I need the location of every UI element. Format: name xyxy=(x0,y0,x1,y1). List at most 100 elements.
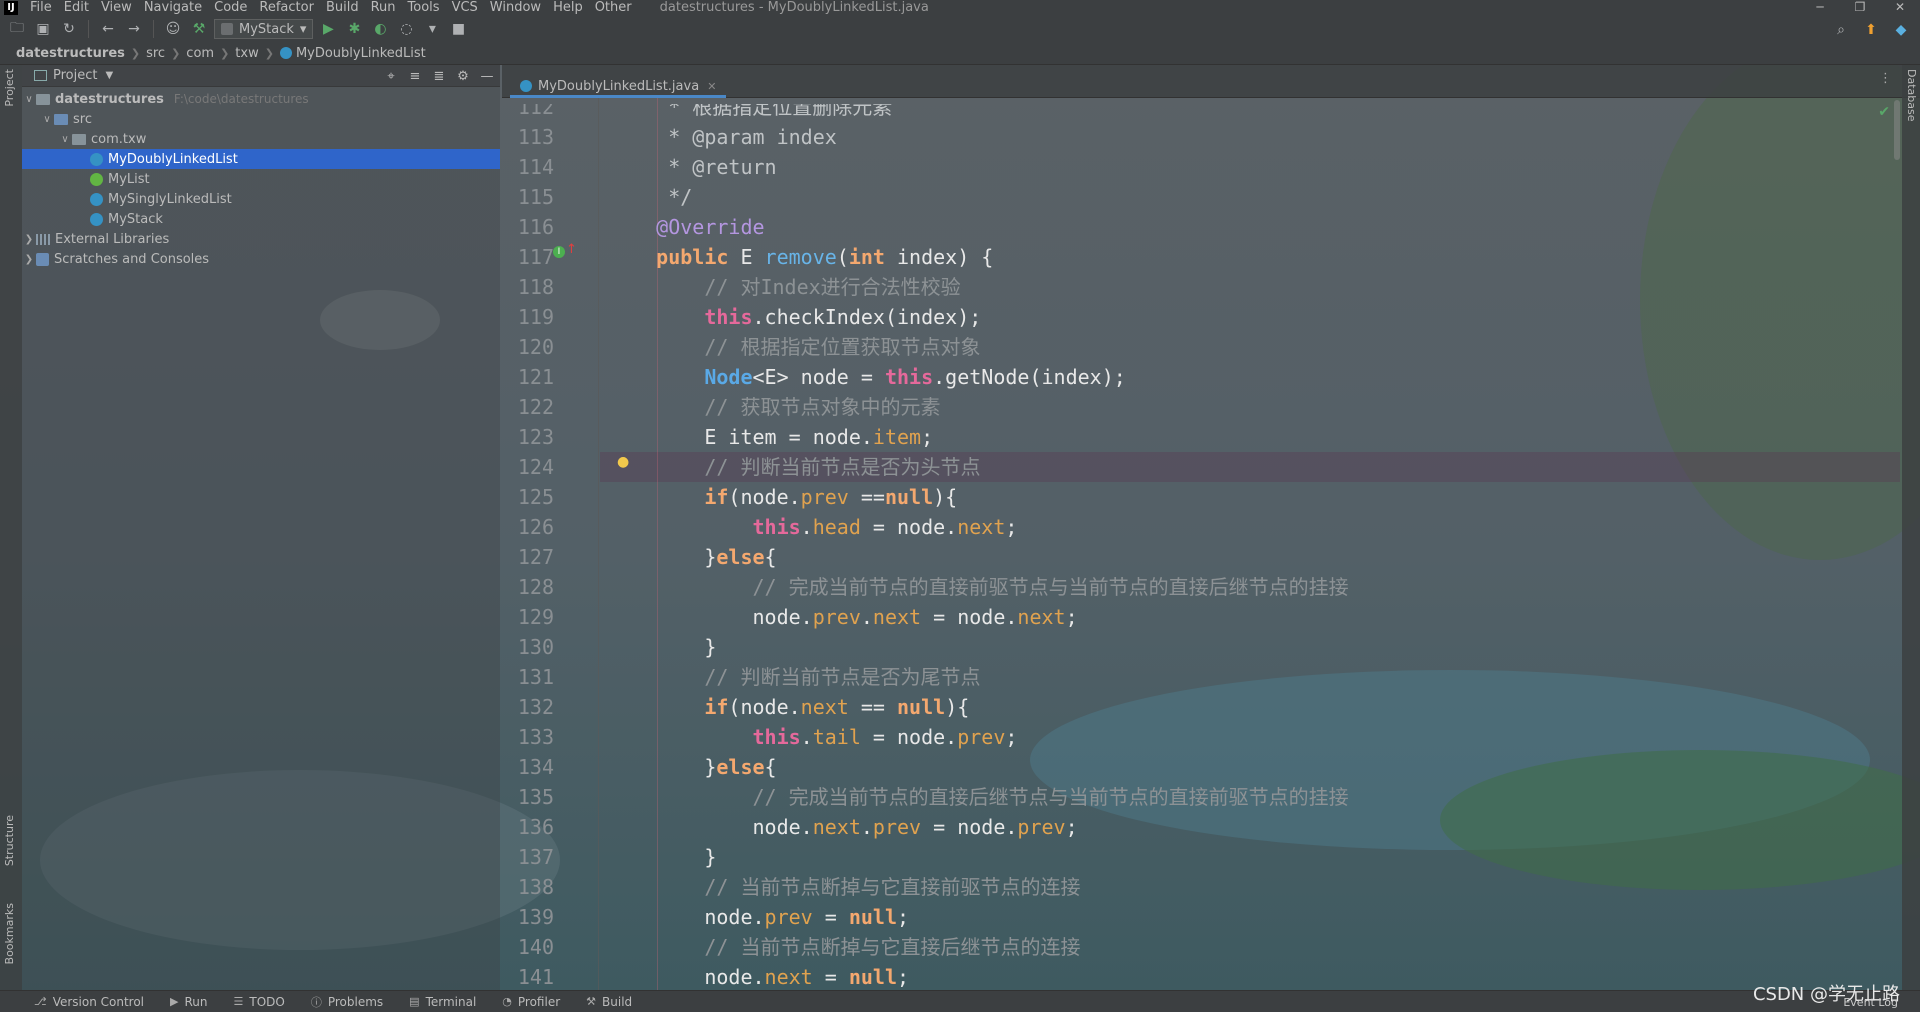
profiler-tool[interactable]: ◔ Profiler xyxy=(502,995,560,1009)
close-button[interactable]: ✕ xyxy=(1880,0,1920,14)
chevron-right-icon[interactable]: ❯ xyxy=(22,234,36,245)
chevron-right-icon[interactable]: ❯ xyxy=(22,254,36,265)
arrow-up-icon[interactable]: ↑ xyxy=(566,243,578,256)
breadcrumb-class[interactable]: MyDoublyLinkedList xyxy=(276,46,430,61)
hide-panel-icon[interactable]: — xyxy=(478,67,496,85)
forward-icon[interactable]: → xyxy=(123,18,145,40)
menu-navigate[interactable]: Navigate xyxy=(138,0,208,15)
version-control-tool[interactable]: ⎇ Version Control xyxy=(34,995,144,1009)
tree-item-mydoublylinkedlist[interactable]: MyDoublyLinkedList xyxy=(22,149,500,169)
terminal-tool[interactable]: ▤ Terminal xyxy=(409,995,476,1009)
problems-tool[interactable]: ⓘ Problems xyxy=(311,994,383,1010)
code-line[interactable]: // 对Index进行合法性校验 xyxy=(608,272,960,302)
event-log-button[interactable]: Event Log xyxy=(1843,996,1898,1009)
code-line[interactable]: // 获取节点对象中的元素 xyxy=(608,392,940,422)
sync-icon[interactable]: ↻ xyxy=(58,18,80,40)
code-line[interactable]: Node<E> node = this.getNode(index); xyxy=(608,362,1125,392)
code-line[interactable]: node.prev.next = node.next; xyxy=(608,602,1077,632)
breadcrumb-txw[interactable]: txw xyxy=(231,46,262,61)
code-line[interactable]: // 完成当前节点的直接前驱节点与当前节点的直接后继节点的挂接 xyxy=(608,572,1348,602)
build-tool[interactable]: ⚒ Build xyxy=(586,995,632,1009)
more-run-options-icon[interactable]: ▾ xyxy=(421,18,443,40)
search-icon[interactable]: ⌕ xyxy=(1830,19,1852,41)
code-line[interactable]: // 完成当前节点的直接后继节点与当前节点的直接前驱节点的挂接 xyxy=(608,782,1348,812)
chevron-down-icon[interactable]: ∨ xyxy=(40,114,54,125)
code-line[interactable]: */ xyxy=(608,182,692,212)
code-line[interactable]: @Override xyxy=(608,212,764,242)
run-icon[interactable]: ▶ xyxy=(317,18,339,40)
menu-tools[interactable]: Tools xyxy=(402,0,446,15)
code-line[interactable]: node.next.prev = node.prev; xyxy=(608,812,1077,842)
expand-all-icon[interactable]: ≡ xyxy=(406,67,424,85)
chevron-down-icon[interactable]: ▼ xyxy=(105,70,113,81)
save-all-icon[interactable]: ▣ xyxy=(32,18,54,40)
menu-code[interactable]: Code xyxy=(208,0,253,15)
tree-item-mystack[interactable]: MyStack xyxy=(22,209,500,229)
breadcrumb-project[interactable]: datestructures xyxy=(12,46,129,61)
coverage-icon[interactable]: ◐ xyxy=(369,18,391,40)
update-icon[interactable]: ⬆ xyxy=(1860,19,1882,41)
run-configuration-select[interactable]: MyStack ▾ xyxy=(214,19,314,39)
code-line[interactable]: // 根据指定位置获取节点对象 xyxy=(608,332,980,362)
code-line[interactable]: if(node.prev ==null){ xyxy=(608,482,957,512)
bookmarks-tool-tab[interactable]: Bookmarks xyxy=(3,903,16,964)
menu-help[interactable]: Help xyxy=(547,0,589,15)
user-icon[interactable]: ☺ xyxy=(162,18,184,40)
code-line[interactable]: node.prev = null; xyxy=(608,902,909,932)
code-line[interactable]: }else{ xyxy=(608,752,776,782)
menu-view[interactable]: View xyxy=(95,0,138,15)
menu-run[interactable]: Run xyxy=(365,0,402,15)
project-panel-title[interactable]: Project xyxy=(53,68,97,83)
chevron-down-icon[interactable]: ∨ xyxy=(58,134,72,145)
code-line[interactable]: } xyxy=(608,842,716,872)
plugin-icon[interactable]: ◆ xyxy=(1890,19,1912,41)
menu-file[interactable]: File xyxy=(24,0,58,15)
code-line[interactable]: public E remove(int index) { xyxy=(608,242,993,272)
code-line[interactable]: if(node.next == null){ xyxy=(608,692,969,722)
breadcrumb-com[interactable]: com xyxy=(182,46,218,61)
code-line[interactable]: this.tail = node.prev; xyxy=(608,722,1017,752)
tree-item-com-txw[interactable]: ∨ com.txw xyxy=(22,129,500,149)
debug-icon[interactable]: ✱ xyxy=(343,18,365,40)
back-icon[interactable]: ← xyxy=(97,18,119,40)
tree-item-mylist[interactable]: MyList xyxy=(22,169,500,189)
code-line[interactable]: this.head = node.next; xyxy=(608,512,1017,542)
code-line[interactable]: // 当前节点断掉与它直接后继节点的连接 xyxy=(608,932,1080,962)
code-line[interactable]: // 判断当前节点是否为头节点 xyxy=(608,452,980,482)
breadcrumb-src[interactable]: src xyxy=(142,46,169,61)
structure-tool-tab[interactable]: Structure xyxy=(3,815,16,866)
code-line[interactable]: }else{ xyxy=(608,542,776,572)
locate-icon[interactable]: ⌖ xyxy=(382,67,400,85)
code-line[interactable]: * @param index xyxy=(608,122,837,152)
code-line[interactable]: } xyxy=(608,632,716,662)
tree-item-datestructures[interactable]: ∨ datestructures F:\code\datestructures xyxy=(22,89,500,109)
code-editor[interactable]: * 根据指定位置删除元素 * @param index * @return */… xyxy=(600,98,1900,990)
menu-other[interactable]: Other xyxy=(589,0,638,15)
menu-build[interactable]: Build xyxy=(320,0,365,15)
lightbulb-icon[interactable]: ● xyxy=(617,455,629,469)
tree-item-src[interactable]: ∨ src xyxy=(22,109,500,129)
menu-window[interactable]: Window xyxy=(484,0,547,15)
tree-item-external-libraries[interactable]: ❯ External Libraries xyxy=(22,229,500,249)
code-line[interactable]: * @return xyxy=(608,152,776,182)
maximize-button[interactable]: ❐ xyxy=(1840,0,1880,14)
code-line[interactable]: this.checkIndex(index); xyxy=(608,302,981,332)
open-folder-icon[interactable]: 🗀 xyxy=(6,18,28,40)
code-line[interactable]: // 当前节点断掉与它直接前驱节点的连接 xyxy=(608,872,1080,902)
code-line[interactable]: node.next = null; xyxy=(608,962,909,992)
chevron-down-icon[interactable]: ∨ xyxy=(22,94,36,105)
profile-icon[interactable]: ◌ xyxy=(395,18,417,40)
more-tabs-icon[interactable]: ⋮ xyxy=(1879,71,1892,86)
database-tool-tab[interactable]: Database xyxy=(1905,69,1918,122)
menu-refactor[interactable]: Refactor xyxy=(253,0,320,15)
close-tab-icon[interactable]: ✕ xyxy=(707,80,716,93)
menu-vcs[interactable]: VCS xyxy=(446,0,484,15)
tree-item-scratches[interactable]: ❯ Scratches and Consoles xyxy=(22,249,500,269)
run-tool[interactable]: ▶ Run xyxy=(170,995,207,1009)
editor-tab[interactable]: MyDoublyLinkedList.java ✕ xyxy=(510,77,727,98)
editor-scrollbar[interactable] xyxy=(1894,100,1900,160)
project-tool-tab[interactable]: Project xyxy=(3,69,16,107)
menu-edit[interactable]: Edit xyxy=(58,0,95,15)
tree-item-mysinglylinkedlist[interactable]: MySinglyLinkedList xyxy=(22,189,500,209)
build-hammer-icon[interactable]: ⚒ xyxy=(188,18,210,40)
